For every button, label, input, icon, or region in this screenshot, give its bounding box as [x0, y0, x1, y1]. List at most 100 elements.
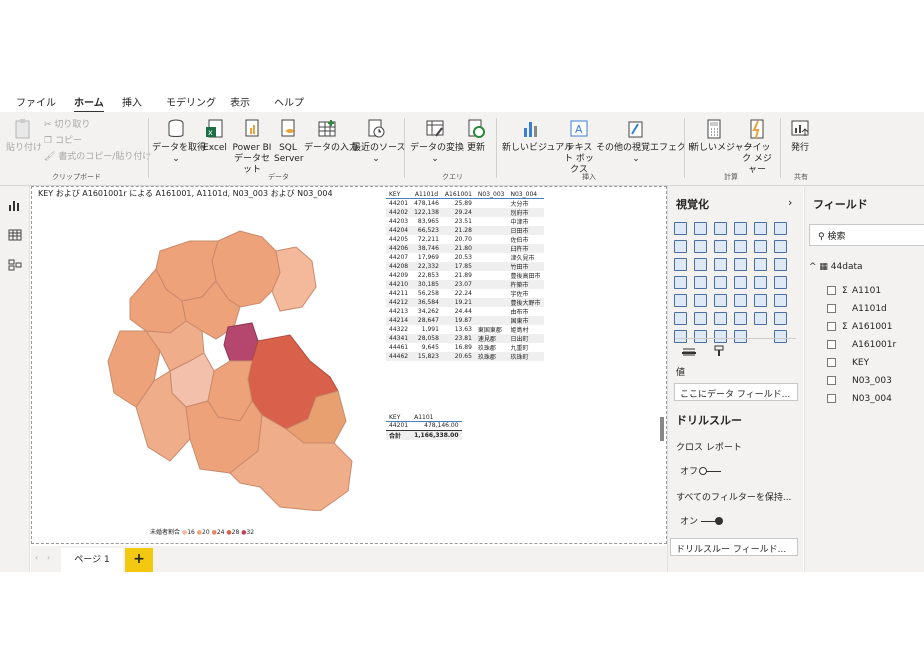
checkbox[interactable] [827, 358, 836, 367]
visual-type-icon[interactable] [774, 330, 787, 343]
drillthrough-drop-field[interactable]: ドリルスルー フィールド... [670, 538, 798, 556]
enter-data-button[interactable]: データの入力 [304, 118, 358, 154]
visual-type-icon[interactable] [734, 312, 747, 325]
visual-type-icon[interactable] [714, 258, 727, 271]
checkbox[interactable] [827, 304, 836, 313]
visual-type-icon[interactable] [754, 294, 767, 307]
tab-page-1[interactable]: ページ 1 [61, 548, 123, 572]
tab-help[interactable]: ヘルプ [274, 94, 304, 109]
visual-type-icon[interactable] [774, 294, 787, 307]
more-visuals-button[interactable]: その他の視覚エフェクト ⌄ [596, 118, 695, 165]
copy-button[interactable]: ❐ コピー [44, 136, 82, 147]
fields-tab-icon[interactable] [682, 342, 696, 356]
visual-type-icon[interactable] [714, 312, 727, 325]
visual-type-icon[interactable] [734, 330, 747, 343]
checkbox[interactable] [827, 376, 836, 385]
visual-type-icon[interactable] [674, 240, 687, 253]
prev-page-icon[interactable]: ‹ [35, 553, 38, 562]
checkbox[interactable] [827, 286, 836, 295]
transform-data-button[interactable]: データの変換 ⌄ [410, 118, 464, 165]
visual-type-icon[interactable] [714, 240, 727, 253]
map-region[interactable] [271, 246, 317, 312]
checkbox[interactable] [827, 340, 836, 349]
table-row[interactable]: 44462 15,823 20.65 玖珠郡 玖珠町 [386, 352, 544, 362]
column-header[interactable]: N03_004 [508, 190, 544, 199]
visual-type-icon[interactable] [774, 312, 787, 325]
column-header[interactable]: N03_003 [475, 190, 508, 199]
table-row[interactable]: 44201 478,146 25.89 大分市 [386, 199, 544, 208]
recent-sources-button[interactable]: 最近のソース ⌄ [352, 118, 406, 165]
get-data-button[interactable]: データを取得 ⌄ [152, 118, 206, 165]
table-row[interactable]: 44206 38,746 21.80 臼杵市 [386, 244, 544, 254]
report-view-icon[interactable] [8, 196, 22, 211]
visual-type-icon[interactable] [694, 258, 707, 271]
visual-type-icon[interactable] [754, 330, 767, 343]
table-row[interactable]: 44209 22,853 21.89 豊後高田市 [386, 271, 544, 280]
column-header[interactable]: A1101 [411, 413, 461, 422]
textbox-button[interactable]: A テキスト ボックス [562, 118, 596, 176]
new-visual-button[interactable]: 新しいビジュアル [502, 118, 573, 154]
table-row[interactable]: 44210 30,185 23.07 杵築市 [386, 280, 544, 290]
visual-type-icon[interactable] [674, 276, 687, 289]
table-row[interactable]: 44213 34,262 24.44 由布市 [386, 307, 544, 316]
field-item[interactable]: KEY [827, 358, 869, 368]
visual-type-icon[interactable] [774, 222, 787, 235]
visual-type-icon[interactable] [694, 240, 707, 253]
visual-type-icon[interactable] [694, 222, 707, 235]
tab-insert[interactable]: 挿入 [122, 94, 142, 109]
visual-type-icon[interactable] [754, 276, 767, 289]
visual-type-icon[interactable] [734, 240, 747, 253]
visual-type-icon[interactable] [714, 276, 727, 289]
new-measure-button[interactable]: 新しいメジャー [690, 118, 753, 154]
field-item[interactable]: A161001r [827, 340, 896, 350]
tab-view[interactable]: 表示 [230, 94, 250, 109]
checkbox[interactable] [827, 394, 836, 403]
visual-type-icon[interactable] [674, 258, 687, 271]
refresh-button[interactable]: 更新 [462, 118, 490, 154]
visual-type-icon[interactable] [734, 276, 747, 289]
column-header[interactable]: KEY [386, 413, 411, 422]
table-row[interactable]: 44208 22,332 17.85 竹田市 [386, 262, 544, 272]
scrollbar[interactable] [660, 417, 664, 441]
visual-type-icon[interactable] [734, 258, 747, 271]
column-header[interactable]: KEY [386, 190, 411, 199]
sql-server-button[interactable]: SQL Server [274, 118, 304, 165]
quick-measure-button[interactable]: クイック メジャー [740, 118, 774, 176]
table-row[interactable]: 44202 122,138 29.24 別府市 [386, 208, 544, 218]
values-drop-field[interactable]: ここにデータ フィールド... [674, 383, 798, 401]
excel-button[interactable]: x Excel [202, 118, 228, 154]
visual-type-icon[interactable] [774, 240, 787, 253]
visual-type-icon[interactable] [754, 222, 767, 235]
keep-filters-toggle[interactable]: オン [680, 514, 723, 527]
add-page-button[interactable]: + [125, 548, 153, 572]
visual-type-icon[interactable] [734, 222, 747, 235]
table-row[interactable]: 44204 66,523 21.28 日田市 [386, 226, 544, 236]
field-item[interactable]: A1101d [827, 304, 887, 314]
table-row[interactable]: 44214 28,647 19.87 国東市 [386, 316, 544, 326]
cut-button[interactable]: ✂ 切り取り [44, 120, 90, 131]
format-paint-icon[interactable] [712, 342, 726, 356]
format-painter-button[interactable]: 🖌 書式のコピー/貼り付け [44, 152, 151, 163]
table-44data[interactable]: ^ ▦ 44data [809, 262, 863, 272]
visual-type-icon[interactable] [774, 258, 787, 271]
sum-table[interactable]: KEY A1101 44201 478,146.00 合計 1,166,338.00 [386, 413, 462, 440]
table-row[interactable]: 44207 17,969 20.53 津久見市 [386, 253, 544, 262]
table-row[interactable]: 44322 1,991 13.63 東国東郡 姫島村 [386, 325, 544, 334]
fields-search-input[interactable]: ⚲ 検索 [809, 224, 924, 246]
model-view-icon[interactable] [8, 256, 22, 271]
visual-type-icon[interactable] [734, 294, 747, 307]
table-row[interactable]: 44203 83,965 23.51 中津市 [386, 217, 544, 226]
column-header[interactable]: A1101d [411, 190, 442, 199]
field-item[interactable]: N03_004 [827, 394, 892, 404]
visual-type-icon[interactable] [714, 294, 727, 307]
visual-type-icon[interactable] [714, 222, 727, 235]
oita-map[interactable] [90, 211, 390, 511]
table-row[interactable]: 44212 36,584 19.21 豊後大野市 [386, 298, 544, 308]
table-row[interactable]: 44201 478,146.00 [386, 422, 462, 431]
next-page-icon[interactable]: › [47, 553, 50, 562]
table-row[interactable]: 44205 72,211 20.70 佐伯市 [386, 235, 544, 244]
visual-type-icon[interactable] [674, 312, 687, 325]
tab-modeling[interactable]: モデリング [166, 94, 216, 109]
data-view-icon[interactable] [8, 226, 22, 241]
data-table[interactable]: KEY A1101d A161001 N03_003 N03_004 44201… [386, 190, 544, 362]
